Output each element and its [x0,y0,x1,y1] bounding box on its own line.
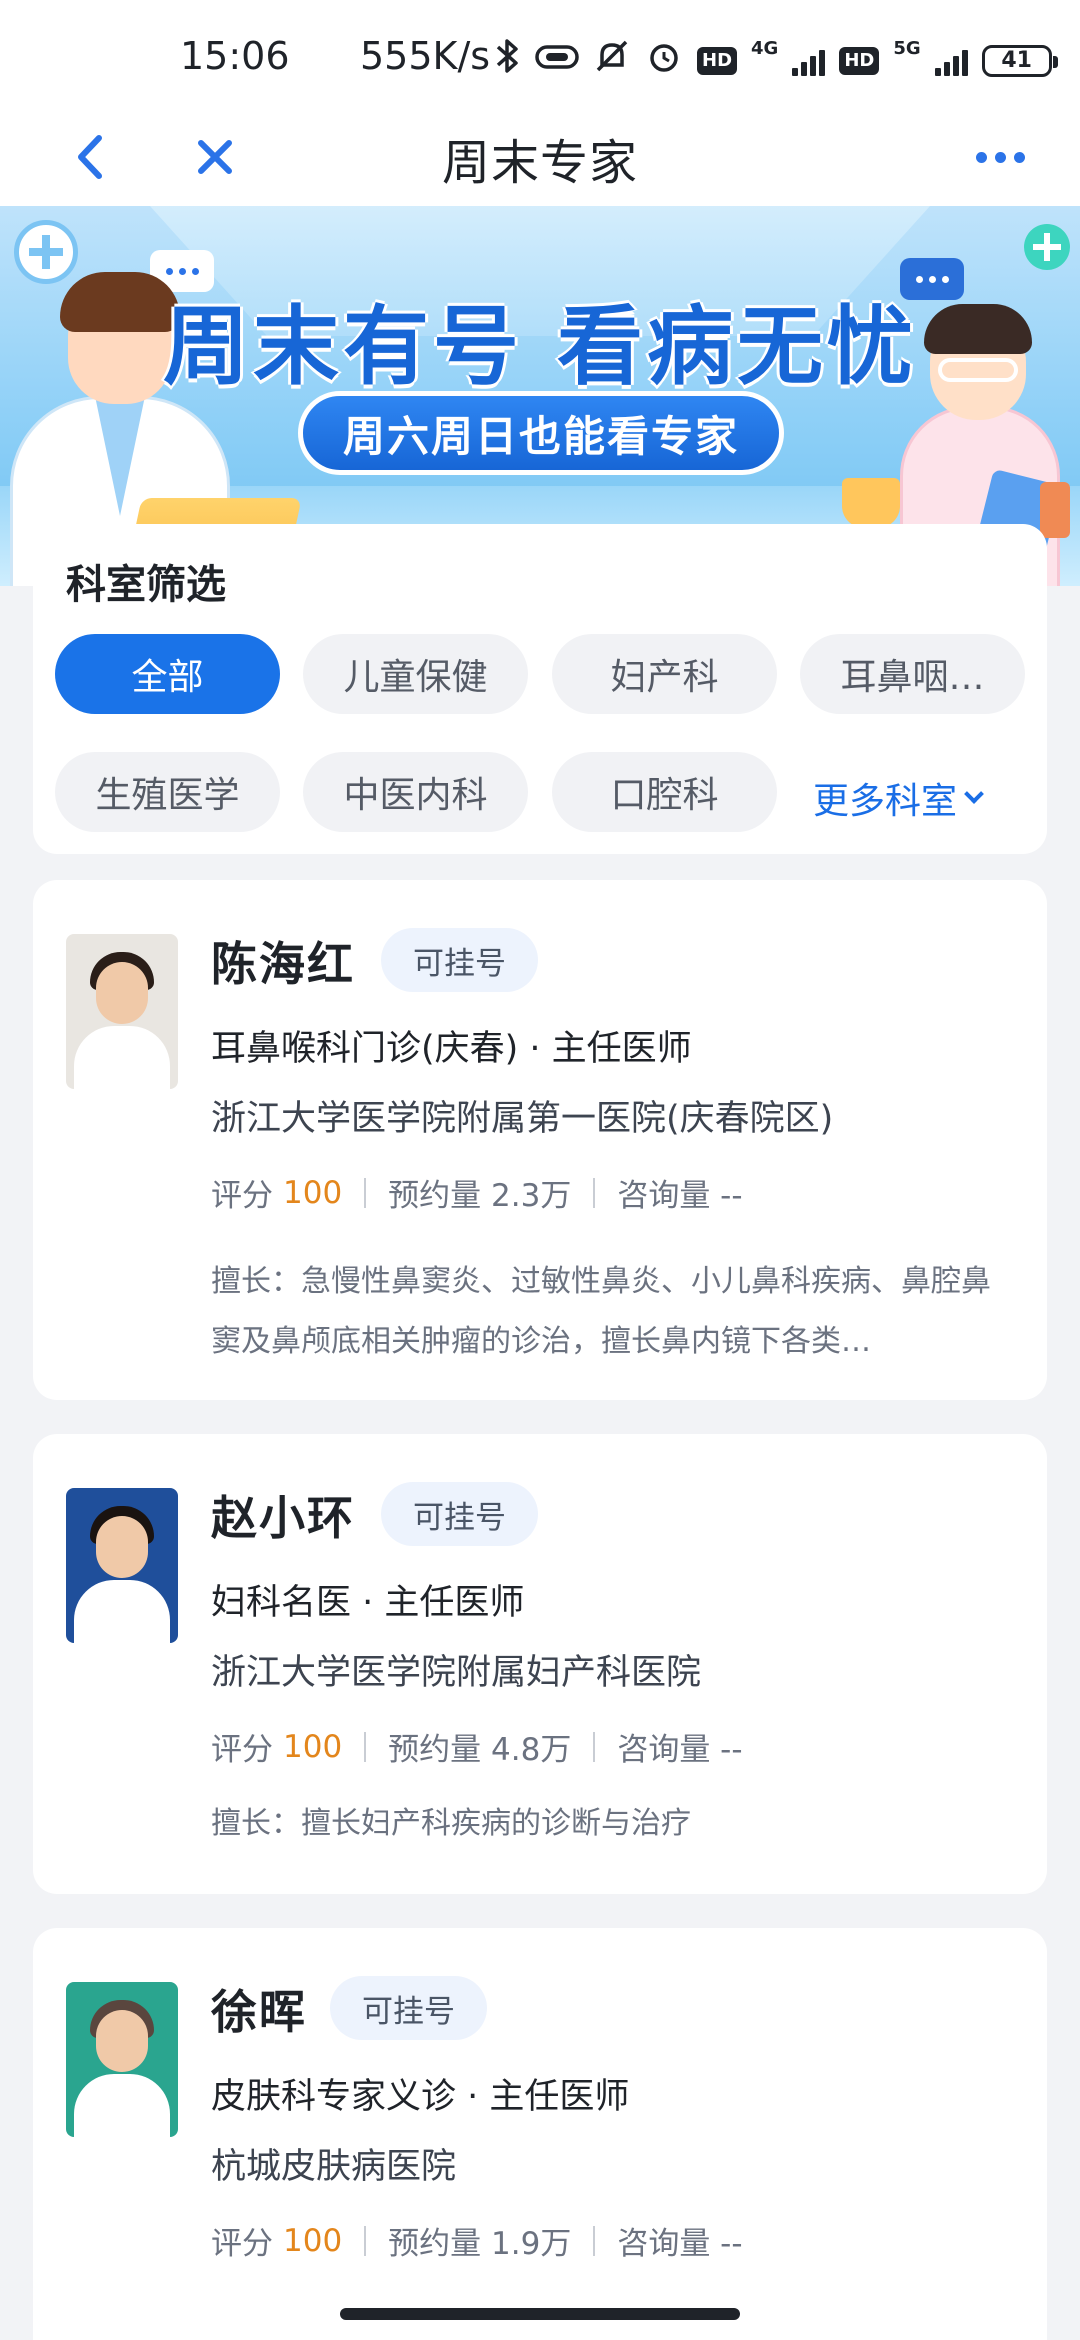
network-type-5g: 5G [893,38,921,59]
battery-icon: 41 [981,44,1058,77]
score-label: 评分 [211,1178,273,1214]
doctor-stats: 评分 100 预约量 1.9万 咨询量 -- [211,2218,743,2263]
appointment-count: 预约量 4.8万 [388,1732,572,1768]
appointment-count: 预约量 1.9万 [388,2226,572,2262]
dept-chip-all[interactable]: 全部 [55,634,280,714]
doctor-title: 皮肤科专家义诊 · 主任医师 [211,2077,630,2117]
hd-badge: HD [697,46,738,75]
status-time: 15:06 [180,34,290,78]
doctor-stats: 评分 100 预约量 4.8万 咨询量 -- [211,1724,743,1769]
more-departments-label: 更多科室 [813,781,958,822]
doctor-avatar [66,934,178,1089]
doctor-title: 妇科名医 · 主任医师 [211,1583,525,1623]
score-value: 100 [283,1728,343,1765]
doctor-avatar [66,1488,178,1643]
close-button[interactable] [185,124,245,190]
department-filter: 科室筛选 全部 儿童保健 妇产科 耳鼻咽… 生殖医学 中医内科 口腔科 更多科室 [33,524,1047,854]
dept-chip-stomatology[interactable]: 口腔科 [552,752,777,832]
consult-count: 咨询量 -- [617,2226,743,2262]
chevron-left-icon [78,135,102,179]
doctor-avatar [66,1982,178,2137]
bluetooth-icon [495,36,521,85]
alarm-icon [645,37,683,84]
chevron-down-icon [964,784,984,804]
dept-chip-obstetrics[interactable]: 妇产科 [552,634,777,714]
status-network-speed: 555K/s [360,34,491,78]
back-button[interactable] [60,124,120,190]
mute-icon [593,37,631,84]
home-indicator[interactable] [340,2308,740,2320]
status-bar: 15:06 555K/s HD 4G HD 5G 41 [0,0,1080,110]
link-icon [535,41,579,81]
doctor-name: 徐晖 [211,1985,307,2039]
signal-icon-2 [934,46,968,76]
doctor-hospital: 浙江大学医学院附属第一医院(庆春院区) [211,1099,834,1139]
signal-icon [792,46,826,76]
medical-cross-icon-small [1024,224,1070,270]
doctor-card[interactable]: 陈海红 可挂号 耳鼻喉科门诊(庆春) · 主任医师 浙江大学医学院附属第一医院(… [33,880,1047,1400]
doctor-name: 赵小环 [211,1491,355,1545]
more-button[interactable] [960,124,1040,190]
close-icon [198,140,232,174]
score-label: 评分 [211,1732,273,1768]
doctor-title: 耳鼻喉科门诊(庆春) · 主任医师 [211,1029,692,1069]
page-title: 周末专家 [441,135,638,191]
more-departments-link[interactable]: 更多科室 [813,772,984,824]
consult-count: 咨询量 -- [617,1178,743,1214]
score-label: 评分 [211,2226,273,2262]
appointment-count: 预约量 2.3万 [388,1178,572,1214]
bottle-illustration [1040,482,1070,538]
score-value: 100 [283,2222,343,2259]
banner-subline: 周六周日也能看专家 [298,391,784,475]
doctor-hospital: 浙江大学医学院附属妇产科医院 [211,1653,702,1693]
banner-headline: 周末有号 看病无忧 [163,297,917,397]
network-type-4g: 4G [751,38,779,59]
dept-chip-reproductive[interactable]: 生殖医学 [55,752,280,832]
mug-illustration [842,478,900,528]
doctor-hospital: 杭城皮肤病医院 [211,2147,457,2187]
dept-chip-tcm-internal[interactable]: 中医内科 [303,752,528,832]
status-badge: 可挂号 [381,1482,538,1546]
nav-bar: 周末专家 [0,110,1080,206]
doctor-name: 陈海红 [211,937,355,991]
dept-chip-child-health[interactable]: 儿童保健 [303,634,528,714]
dept-chip-ent[interactable]: 耳鼻咽… [800,634,1025,714]
doctor-specialty: 擅长：急慢性鼻窦炎、过敏性鼻炎、小儿鼻科疾病、鼻腔鼻窦及鼻颅底相关肿瘤的诊治，擅… [211,1264,991,1359]
consult-count: 咨询量 -- [617,1732,743,1768]
doctor-stats: 评分 100 预约量 2.3万 咨询量 -- [211,1170,743,1215]
score-value: 100 [283,1174,343,1211]
status-icons: HD 4G HD 5G 41 [495,36,1058,85]
status-badge: 可挂号 [330,1976,487,2040]
hd-badge-2: HD [839,46,880,75]
doctor-card[interactable]: 徐晖 可挂号 皮肤科专家义诊 · 主任医师 杭城皮肤病医院 评分 100 预约量… [33,1928,1047,2340]
doctor-card[interactable]: 赵小环 可挂号 妇科名医 · 主任医师 浙江大学医学院附属妇产科医院 评分 10… [33,1434,1047,1894]
filter-title: 科室筛选 [66,562,226,608]
more-dots-icon [975,151,987,163]
doctor-specialty: 擅长：擅长妇产科疾病的诊断与治疗 [211,1806,691,1841]
status-badge: 可挂号 [381,928,538,992]
